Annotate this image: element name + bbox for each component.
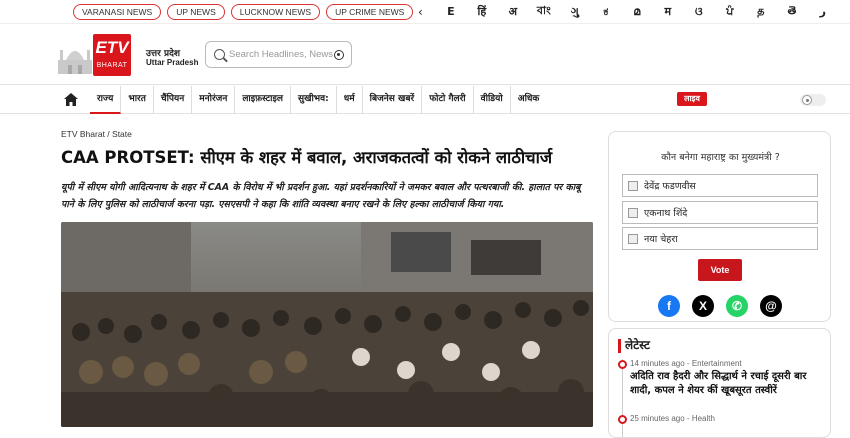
facebook-icon[interactable]: f	[658, 295, 680, 317]
nav-item-state[interactable]: राज्य	[90, 86, 122, 114]
breadcrumb[interactable]: ETV Bharat / State	[61, 129, 132, 139]
section-marker	[618, 339, 621, 353]
language-option[interactable]: বাং	[528, 2, 559, 21]
live-button[interactable]: लाइव	[677, 92, 707, 106]
news-title[interactable]: अदिति राव हैदरी और सिद्धार्थ ने रचाई दूस…	[630, 370, 826, 398]
news-meta: 14 minutes ago - Entertainment	[630, 359, 742, 368]
poll-checkbox[interactable]	[628, 181, 638, 191]
language-option[interactable]: ر	[807, 5, 838, 18]
nav-items: राज्य भारत चैंपियन मनोरंजन लाइफ़स्टाइल स…	[90, 86, 546, 114]
theme-toggle-icon	[802, 95, 812, 105]
poll-option-label: देवेंद्र फडणवीस	[644, 181, 696, 192]
language-option[interactable]: ਪੰ	[714, 5, 745, 19]
state-name-english: Uttar Pradesh	[146, 58, 199, 67]
poll-option-label: नया चेहरा	[644, 234, 678, 245]
latest-news-widget: लेटेस्ट 14 minutes ago - Entertainment अ…	[608, 328, 831, 438]
nav-item-business[interactable]: बिजनेस खबरें	[363, 86, 423, 114]
crowd-photo	[61, 222, 593, 427]
search-box[interactable]: Search Headlines, News...	[205, 41, 352, 68]
city-link[interactable]: UP CRIME NEWS	[326, 3, 414, 20]
article-hero-image[interactable]	[61, 222, 593, 427]
home-icon[interactable]	[64, 93, 78, 106]
poll-option-label: एकनाथ शिंदे	[644, 208, 688, 219]
nav-item-india[interactable]: भारत	[121, 86, 154, 114]
language-option[interactable]: ગુ	[559, 5, 590, 19]
poll-option[interactable]: देवेंद्र फडणवीस	[622, 174, 818, 197]
poll-widget: कौन बनेगा महाराष्ट्र का मुख्यमंत्री ? दे…	[608, 131, 831, 322]
timeline-dot	[618, 415, 627, 424]
city-link[interactable]: LUCKNOW NEWS	[230, 3, 321, 20]
vote-button[interactable]: Vote	[698, 259, 742, 281]
logo-text: ETV	[95, 38, 129, 57]
timeline-dot	[618, 360, 627, 369]
nav-item-champion[interactable]: चैंपियन	[154, 86, 193, 114]
city-link[interactable]: VARANASI NEWS	[73, 3, 162, 20]
news-meta: 25 minutes ago - Health	[630, 414, 715, 423]
language-option[interactable]: हिं	[466, 4, 497, 19]
nav-item-more[interactable]: अधिक	[511, 86, 547, 114]
threads-icon[interactable]: @	[760, 295, 782, 317]
main-nav: राज्य भारत चैंपियन मनोरंजन लाइफ़स्टाइल स…	[0, 86, 850, 114]
language-option[interactable]: മ	[621, 5, 652, 19]
go-icon[interactable]	[334, 50, 344, 60]
language-option[interactable]: తె	[776, 4, 807, 20]
language-option[interactable]: E	[435, 5, 466, 18]
timeline-line	[622, 359, 623, 437]
nav-item-religion[interactable]: धर्म	[337, 86, 363, 114]
nav-item-health[interactable]: सुखीभव:	[291, 86, 337, 114]
city-link[interactable]: UP NEWS	[167, 3, 225, 20]
latest-title: लेटेस्ट	[625, 338, 650, 352]
nav-item-video[interactable]: वीडियो	[474, 86, 511, 114]
language-option[interactable]: ଓ	[683, 5, 714, 19]
article-headline: CAA PROTSET: सीएम के शहर में बवाल, अराजक…	[61, 148, 553, 167]
etv-logo-box: ETV BHARAT	[93, 34, 131, 76]
poll-checkbox[interactable]	[628, 234, 638, 244]
language-option[interactable]: ಕ	[590, 5, 621, 19]
monument-silhouette-icon	[58, 50, 92, 74]
nav-item-lifestyle[interactable]: लाइफ़स्टाइल	[235, 86, 291, 114]
poll-question: कौन बनेगा महाराष्ट्र का मुख्यमंत्री ?	[661, 152, 780, 163]
language-option[interactable]: म	[652, 4, 683, 19]
nav-item-entertainment[interactable]: मनोरंजन	[192, 86, 236, 114]
site-header: ETV BHARAT उत्तर प्रदेश Uttar Pradesh Se…	[0, 24, 850, 85]
x-icon[interactable]: X	[692, 295, 714, 317]
language-option[interactable]: த	[745, 4, 776, 19]
poll-option[interactable]: नया चेहरा	[622, 227, 818, 250]
nav-item-photo-gallery[interactable]: फोटो गैलरी	[422, 86, 474, 114]
search-icon	[214, 49, 225, 60]
logo-subtext: BHARAT	[96, 62, 128, 69]
etv-bharat-logo[interactable]: ETV BHARAT	[56, 32, 136, 76]
language-option[interactable]: अ	[497, 4, 528, 19]
language-switcher: E हिं अ বাং ગુ ಕ മ म ଓ ਪੰ த తె ر	[435, 2, 838, 21]
poll-option[interactable]: एकनाथ शिंदे	[622, 201, 818, 224]
theme-toggle[interactable]	[800, 94, 826, 106]
whatsapp-icon[interactable]: ✆	[726, 295, 748, 317]
search-input[interactable]: Search Headlines, News...	[229, 49, 334, 60]
top-bar: VARANASI NEWS UP NEWS LUCKNOW NEWS UP CR…	[0, 0, 850, 24]
article-summary: यूपी में सीएम योगी आदित्यनाथ के शहर में …	[61, 182, 581, 210]
chevron-left-icon[interactable]: ‹	[413, 5, 427, 19]
poll-checkbox[interactable]	[628, 208, 638, 218]
